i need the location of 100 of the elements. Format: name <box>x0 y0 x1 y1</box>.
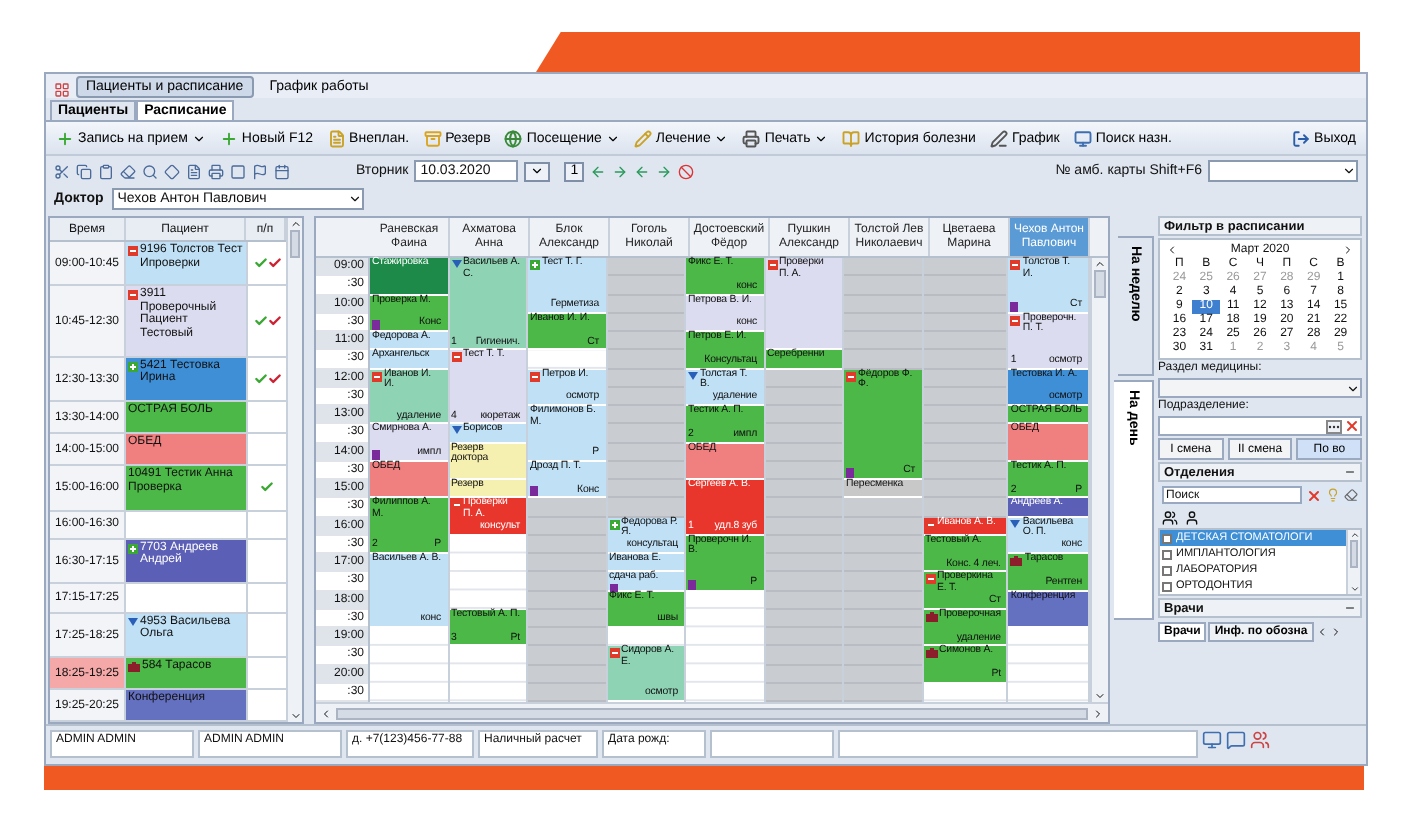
collapse-icon[interactable] <box>1344 466 1356 478</box>
book-icon <box>842 129 861 147</box>
dropdown-button[interactable] <box>524 161 551 181</box>
briefcase-icon <box>128 662 140 673</box>
unavailable-slot <box>923 332 1007 351</box>
minus-icon <box>530 371 540 381</box>
unavailable-slot <box>765 406 842 425</box>
briefcase-icon <box>925 648 937 659</box>
scroll-down-icon[interactable] <box>289 710 301 722</box>
scroll-left-icon[interactable] <box>320 707 332 719</box>
unavailable-slot <box>844 572 921 591</box>
clipboard-icon[interactable] <box>98 163 114 179</box>
document-icon[interactable] <box>186 163 202 179</box>
marker-icon <box>530 486 538 497</box>
scroll-right-icon[interactable] <box>1092 707 1104 719</box>
person-icon[interactable] <box>1184 509 1200 525</box>
checkbox[interactable] <box>1162 533 1172 543</box>
message-icon[interactable] <box>1226 730 1246 750</box>
briefcase-icon <box>1010 556 1023 566</box>
scroll-down-icon[interactable] <box>1349 584 1359 594</box>
scroll-up-icon[interactable] <box>1093 258 1106 270</box>
caret-icon <box>814 131 829 145</box>
scroll-up-icon[interactable] <box>1349 530 1359 540</box>
arrow-right-icon[interactable] <box>612 163 629 179</box>
more-icon[interactable] <box>1326 419 1342 433</box>
scroll-thumb[interactable] <box>289 230 301 258</box>
stop-icon[interactable] <box>678 163 695 179</box>
unit-field[interactable] <box>1158 416 1362 436</box>
unavailable-slot <box>923 406 1007 425</box>
unavailable-slot <box>844 498 921 517</box>
people-icon[interactable] <box>1162 509 1178 525</box>
marker-icon <box>609 583 617 594</box>
unavailable-slot <box>844 258 921 277</box>
previous-icon[interactable] <box>1166 244 1178 256</box>
checkbox[interactable] <box>1162 549 1172 559</box>
collapse-icon[interactable] <box>1344 602 1356 614</box>
unavailable-slot <box>765 628 842 647</box>
unavailable-slot <box>844 646 921 665</box>
scrollbar[interactable] <box>1346 530 1360 594</box>
minus-icon <box>128 290 138 301</box>
unavailable-slot <box>528 554 605 573</box>
clear-icon[interactable] <box>1344 418 1360 434</box>
arrow-left-icon[interactable] <box>634 163 651 179</box>
checkbox[interactable] <box>1162 581 1172 591</box>
unavailable-slot <box>923 424 1007 443</box>
arrow-left-icon[interactable] <box>590 163 607 179</box>
scroll-thumb[interactable] <box>336 707 1088 719</box>
caret-icon <box>1342 164 1356 178</box>
unavailable-slot <box>923 258 1007 277</box>
unavailable-slot <box>844 276 921 295</box>
caret-icon <box>191 131 206 145</box>
unavailable-slot <box>923 350 1007 369</box>
search-icon[interactable] <box>142 163 158 179</box>
checkbox[interactable] <box>1162 565 1172 575</box>
scrollbar[interactable] <box>286 218 302 722</box>
bulb-icon[interactable] <box>1326 488 1340 502</box>
clear-icon[interactable] <box>1306 487 1322 503</box>
calendar-icon[interactable] <box>274 163 290 179</box>
unavailable-slot <box>765 480 842 499</box>
arrow-right-icon[interactable] <box>656 163 673 179</box>
plus-icon <box>128 543 138 554</box>
next-icon[interactable] <box>1342 244 1354 256</box>
scissors-icon[interactable] <box>54 163 70 179</box>
square-icon[interactable] <box>230 163 246 179</box>
scroll-down-icon[interactable] <box>1093 690 1106 702</box>
globe-icon <box>504 129 523 147</box>
copy-icon[interactable] <box>76 163 92 179</box>
next-icon[interactable] <box>1329 625 1342 637</box>
monitor-icon[interactable] <box>1202 730 1222 750</box>
caret-icon <box>1346 381 1360 395</box>
unavailable-slot <box>607 480 684 499</box>
triangle-icon <box>1010 519 1021 527</box>
eraser-icon[interactable] <box>1344 488 1358 502</box>
scroll-thumb[interactable] <box>1093 270 1107 298</box>
caret-icon <box>714 131 729 145</box>
section-select[interactable] <box>1158 378 1362 398</box>
scroll-thumb[interactable] <box>1349 540 1359 568</box>
printer-icon[interactable] <box>208 163 224 179</box>
triangle-icon <box>688 371 698 379</box>
unavailable-slot <box>765 498 842 517</box>
marker-icon <box>688 579 696 589</box>
minus-icon <box>128 246 138 256</box>
unavailable-slot <box>844 350 921 369</box>
printer-icon <box>742 129 761 147</box>
scrollbar[interactable] <box>1089 258 1108 702</box>
flag-icon[interactable] <box>252 163 268 179</box>
minus-icon <box>1010 315 1021 326</box>
unavailable-slot <box>528 498 605 517</box>
card-number-field[interactable] <box>1208 160 1358 182</box>
marker-icon <box>372 320 380 330</box>
unavailable-slot <box>765 424 842 443</box>
diamond-icon[interactable] <box>164 163 180 179</box>
eraser-icon[interactable] <box>120 163 136 179</box>
scrollbar[interactable] <box>316 702 1108 722</box>
unavailable-slot <box>765 646 842 665</box>
unavailable-slot <box>528 628 605 647</box>
plus-icon <box>128 361 138 372</box>
scroll-up-icon[interactable] <box>289 218 301 230</box>
previous-icon[interactable] <box>1315 625 1328 637</box>
minus-icon <box>451 500 461 511</box>
